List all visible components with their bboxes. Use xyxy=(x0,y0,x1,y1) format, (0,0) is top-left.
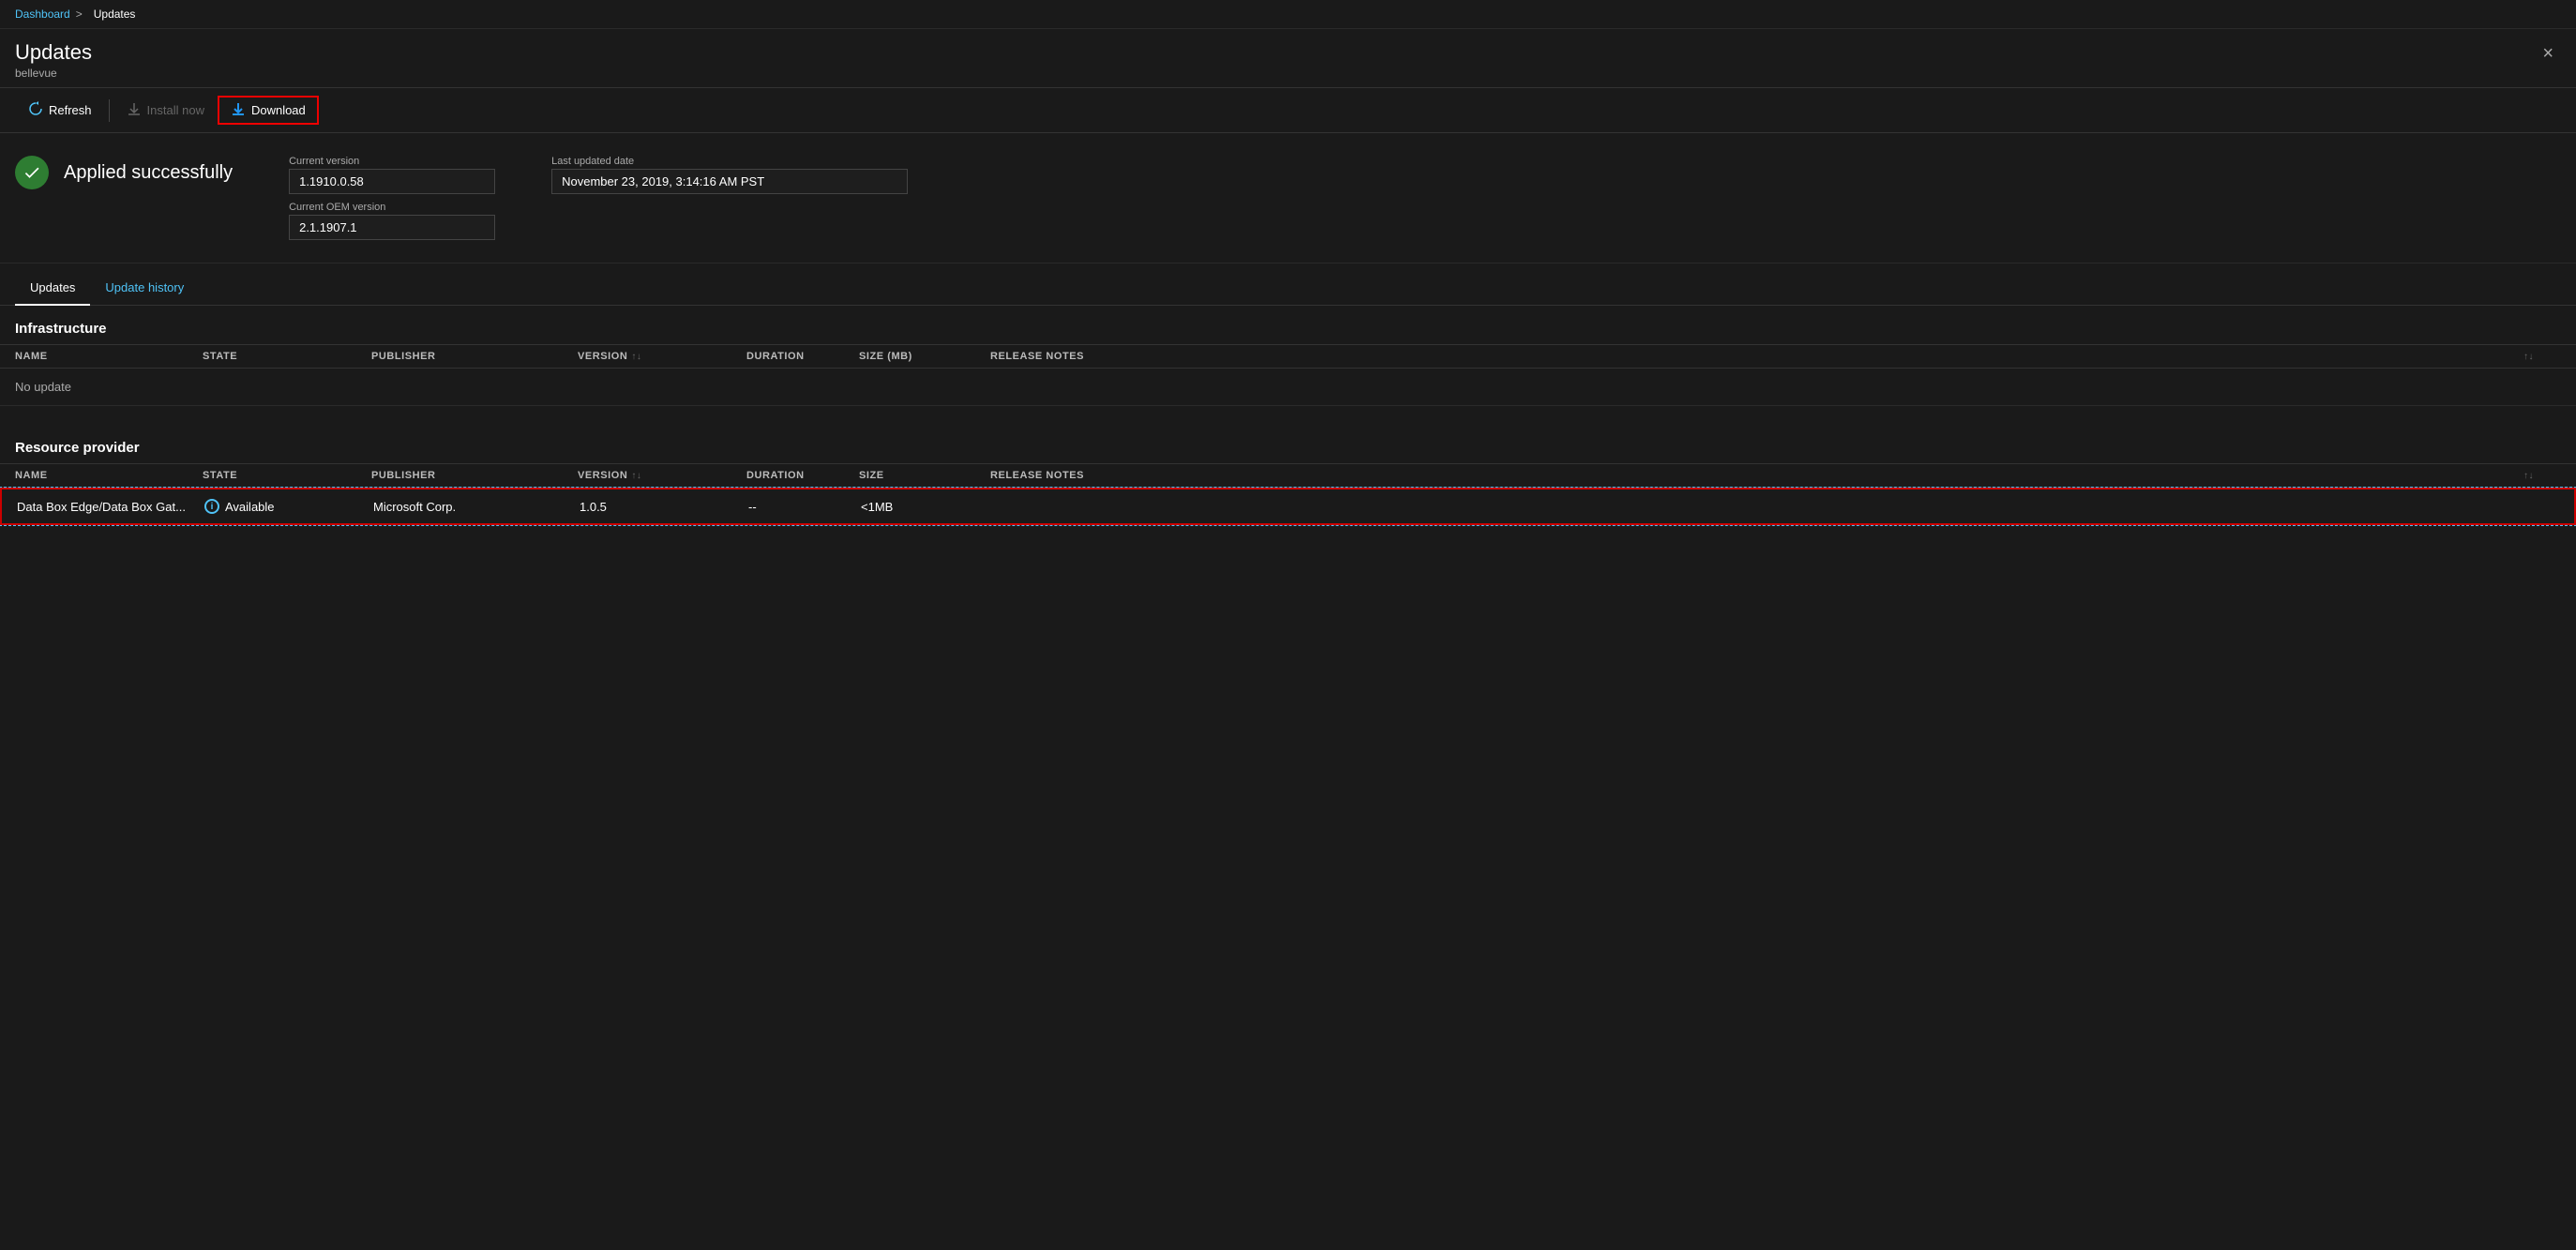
col-publisher-infra-label: PUBLISHER xyxy=(371,351,436,362)
rp-row-publisher: Microsoft Corp. xyxy=(373,500,580,514)
current-version-input xyxy=(289,169,495,194)
rp-row-version: 1.0.5 xyxy=(580,500,748,514)
col-notes-rp: RELEASE NOTES xyxy=(990,470,2523,481)
current-version-field: Current version xyxy=(289,156,495,194)
infrastructure-table-header: NAME STATE PUBLISHER VERSION ↑↓ DURATION… xyxy=(0,344,2576,369)
col-publisher-rp-label: PUBLISHER xyxy=(371,470,436,481)
rp-row-name: Data Box Edge/Data Box Gat... xyxy=(17,500,204,514)
col-duration-rp-label: DURATION xyxy=(746,470,805,481)
toolbar: Refresh Install now Download xyxy=(0,88,2576,133)
install-now-button[interactable]: Install now xyxy=(113,96,218,125)
resource-provider-table: NAME STATE PUBLISHER VERSION ↑↓ DURATION… xyxy=(0,463,2576,525)
col-name-rp: NAME xyxy=(15,470,203,481)
status-date-field: Last updated date xyxy=(551,156,908,194)
col-state-infra: STATE xyxy=(203,351,371,362)
breadcrumb: Dashboard > Updates xyxy=(0,0,2576,29)
breadcrumb-current: Updates xyxy=(94,8,136,21)
download-icon xyxy=(231,101,246,119)
col-version-rp: VERSION ↑↓ xyxy=(578,470,746,481)
page-title: Updates xyxy=(15,40,92,65)
breadcrumb-separator: > xyxy=(76,8,83,21)
download-button[interactable]: Download xyxy=(218,96,319,125)
infrastructure-table: NAME STATE PUBLISHER VERSION ↑↓ DURATION… xyxy=(0,344,2576,406)
col-state-rp: STATE xyxy=(203,470,371,481)
status-message: Applied successfully xyxy=(64,162,233,184)
col-size-infra-label: SIZE (MB) xyxy=(859,351,912,362)
tab-update-history[interactable]: Update history xyxy=(90,271,199,306)
panel-header: Updates bellevue × xyxy=(0,29,2576,88)
col-name-infra-label: NAME xyxy=(15,351,48,362)
breadcrumb-dashboard-link[interactable]: Dashboard xyxy=(15,8,70,21)
col-extra-infra: ↑↓ xyxy=(2523,351,2561,362)
resource-provider-section: Resource provider NAME STATE PUBLISHER V… xyxy=(0,425,2576,525)
col-state-infra-label: STATE xyxy=(203,351,237,362)
toolbar-sep-1 xyxy=(109,99,110,122)
col-size-rp-label: SIZE xyxy=(859,470,884,481)
refresh-icon xyxy=(28,101,43,119)
col-version-infra: VERSION ↑↓ xyxy=(578,351,746,362)
download-label: Download xyxy=(251,103,306,117)
rp-row-state: i Available xyxy=(204,499,373,514)
col-version-infra-label: VERSION xyxy=(578,351,627,362)
sort-extra-infra-icon[interactable]: ↑↓ xyxy=(2523,352,2534,362)
rp-row-size: <1MB xyxy=(861,500,992,514)
col-size-rp: SIZE xyxy=(859,470,990,481)
tabs-row: Updates Update history xyxy=(0,271,2576,306)
page-subtitle: bellevue xyxy=(15,67,92,80)
info-circle-icon: i xyxy=(204,499,219,514)
col-extra-rp: ↑↓ xyxy=(2523,470,2561,481)
col-state-rp-label: STATE xyxy=(203,470,237,481)
last-updated-label: Last updated date xyxy=(551,156,908,167)
col-duration-infra-label: DURATION xyxy=(746,351,805,362)
main-content: Infrastructure NAME STATE PUBLISHER VERS… xyxy=(0,306,2576,544)
col-publisher-rp: PUBLISHER xyxy=(371,470,578,481)
sort-version-rp-icon[interactable]: ↑↓ xyxy=(631,471,641,481)
last-updated-field: Last updated date xyxy=(551,156,908,194)
col-publisher-infra: PUBLISHER xyxy=(371,351,578,362)
close-button[interactable]: × xyxy=(2535,40,2561,67)
install-icon xyxy=(127,101,142,119)
refresh-button[interactable]: Refresh xyxy=(15,96,105,125)
resource-provider-row[interactable]: Data Box Edge/Data Box Gat... i Availabl… xyxy=(0,488,2576,525)
status-section: Applied successfully Current version Cur… xyxy=(0,133,2576,264)
install-label: Install now xyxy=(147,103,204,117)
col-size-infra: SIZE (MB) xyxy=(859,351,990,362)
tab-updates[interactable]: Updates xyxy=(15,271,90,306)
current-version-label: Current version xyxy=(289,156,495,167)
success-icon xyxy=(15,156,49,189)
resource-provider-title: Resource provider xyxy=(0,425,2576,463)
infrastructure-empty-row: No update xyxy=(0,369,2576,406)
rp-row-state-text: Available xyxy=(225,500,275,514)
current-oem-label: Current OEM version xyxy=(289,202,495,213)
no-update-message: No update xyxy=(15,380,71,394)
status-version-fields: Current version Current OEM version xyxy=(289,156,495,240)
col-duration-infra: DURATION xyxy=(746,351,859,362)
col-duration-rp: DURATION xyxy=(746,470,859,481)
last-updated-input xyxy=(551,169,908,194)
col-notes-infra: RELEASE NOTES xyxy=(990,351,2523,362)
resource-provider-table-header: NAME STATE PUBLISHER VERSION ↑↓ DURATION… xyxy=(0,463,2576,488)
current-oem-field: Current OEM version xyxy=(289,202,495,240)
status-left: Applied successfully xyxy=(15,156,233,189)
sort-extra-rp-icon[interactable]: ↑↓ xyxy=(2523,471,2534,481)
col-name-rp-label: NAME xyxy=(15,470,48,481)
col-notes-rp-label: RELEASE NOTES xyxy=(990,470,1084,481)
current-oem-input xyxy=(289,215,495,240)
col-name-infra: NAME xyxy=(15,351,203,362)
col-notes-infra-label: RELEASE NOTES xyxy=(990,351,1084,362)
infrastructure-title: Infrastructure xyxy=(0,306,2576,344)
refresh-label: Refresh xyxy=(49,103,92,117)
rp-row-duration: -- xyxy=(748,500,861,514)
col-version-rp-label: VERSION xyxy=(578,470,627,481)
sort-version-infra-icon[interactable]: ↑↓ xyxy=(631,352,641,362)
